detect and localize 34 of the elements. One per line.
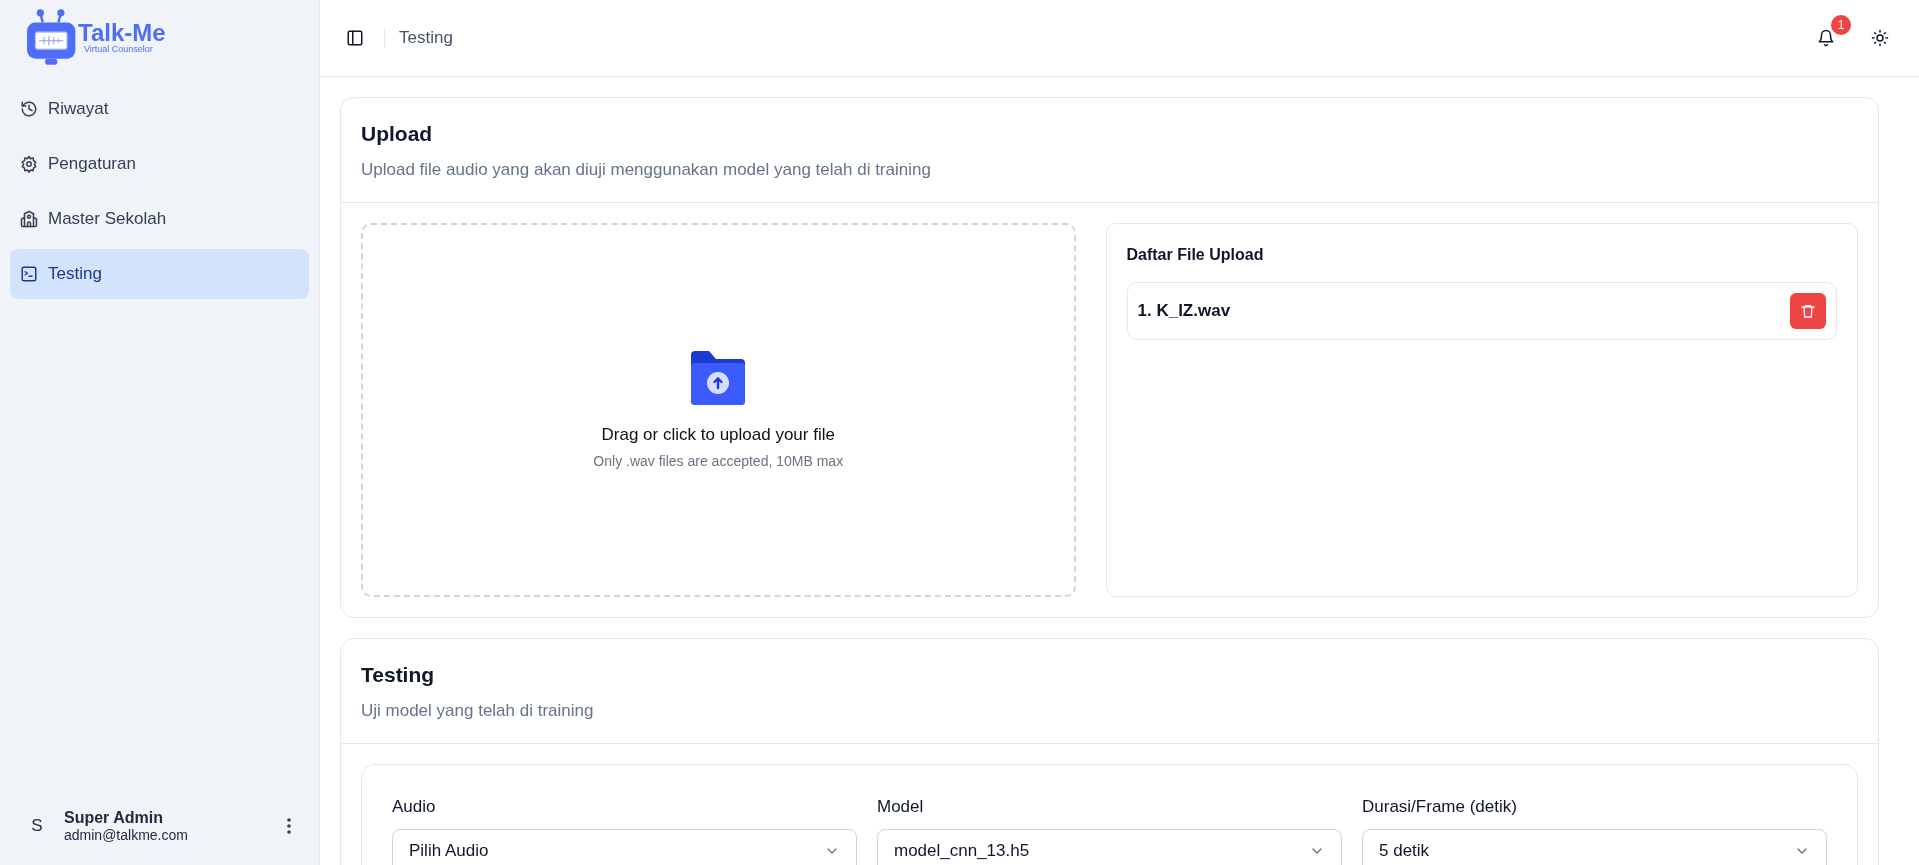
terminal-icon	[20, 265, 38, 283]
file-dropzone[interactable]: Drag or click to upload your file Only .wav files are accepted, 10MB max	[361, 223, 1076, 597]
field-label: Model	[877, 797, 925, 817]
select-dropdown[interactable]: Pilih Audio	[392, 829, 857, 865]
history-icon	[20, 100, 38, 118]
logo-name: Talk-Me	[78, 20, 166, 45]
card-description: Uji model yang telah di training	[361, 701, 595, 721]
trash-icon	[1800, 303, 1816, 319]
robot-logo-icon	[24, 8, 76, 66]
notification-badge: 1	[1831, 15, 1851, 35]
sidebar-item[interactable]: Master Sekolah	[10, 194, 309, 244]
folder-upload-icon	[691, 351, 746, 405]
dropzone-text: Drag or click to upload your file	[601, 425, 835, 445]
user-email: admin@talkme.com	[64, 827, 189, 843]
sidebar-item[interactable]: Testing	[10, 249, 309, 299]
dropzone-hint: Only .wav files are accepted, 10MB max	[593, 453, 844, 469]
card-description: Upload file audio yang akan diuji menggunakan model yang telah di training	[361, 160, 932, 180]
card-title: Testing	[361, 663, 436, 687]
card-title: Upload	[361, 122, 434, 146]
settings-icon	[20, 155, 38, 173]
logo-tagline: Virtual Counselor	[84, 44, 154, 54]
sidebar-item[interactable]: Pengaturan	[10, 139, 309, 189]
select-dropdown[interactable]: 5 detik	[1362, 829, 1827, 865]
field-label: Durasi/Frame (detik)	[1362, 797, 1518, 817]
file-name: 1. K_IZ.wav	[1137, 301, 1231, 321]
user-avatar: S	[30, 815, 44, 837]
field-label: Audio	[392, 797, 437, 817]
sidebar-item[interactable]: Riwayat	[10, 84, 309, 134]
file-list-title: Daftar File Upload	[1126, 246, 1265, 264]
select-dropdown[interactable]: model_cnn_13.h5	[877, 829, 1342, 865]
school-icon	[20, 210, 38, 228]
delete-button[interactable]	[1790, 293, 1826, 329]
user-name: Super Admin	[64, 809, 164, 827]
breadcrumb: Testing	[399, 28, 453, 48]
